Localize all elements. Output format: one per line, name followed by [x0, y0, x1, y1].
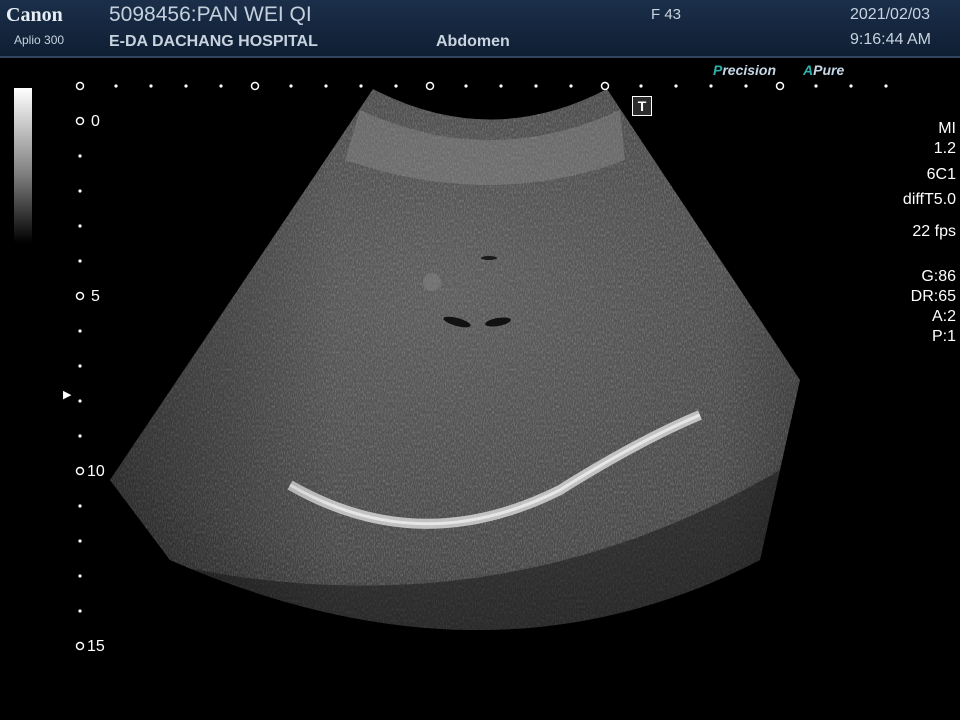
depth-label-0: 0: [91, 113, 100, 130]
dynamic-range-value: DR:65: [910, 288, 956, 305]
precision-label: Precision: [713, 62, 776, 78]
frame-rate: 22 fps: [912, 223, 956, 240]
lateral-scale-markers: [75, 81, 888, 91]
precision-rest: recision: [722, 62, 777, 78]
imaging-mode: diffT5.0: [902, 191, 956, 208]
probe-name: 6C1: [926, 166, 956, 183]
liver-scan-sector: [110, 89, 800, 630]
mi-label: MI: [938, 120, 956, 137]
p-value: P:1: [931, 328, 956, 345]
depth-label-10: 10: [87, 463, 105, 480]
focus-marker-icon: ▶: [63, 389, 72, 401]
depth-label-15: 15: [87, 638, 105, 655]
apure-label: APure: [803, 62, 844, 78]
apure-rest: Pure: [813, 62, 845, 78]
apure-initial: A: [803, 62, 814, 78]
precision-initial: P: [713, 62, 723, 78]
gain-value: G:86: [921, 268, 956, 285]
a-value: A:2: [931, 308, 956, 325]
depth-scale-markers: [75, 116, 85, 651]
depth-label-5: 5: [91, 288, 100, 305]
ultrasound-image: [75, 81, 888, 651]
transducer-orientation-marker: T: [632, 96, 652, 116]
grayscale-bar: [14, 88, 32, 243]
mi-value: 1.2: [933, 140, 956, 157]
